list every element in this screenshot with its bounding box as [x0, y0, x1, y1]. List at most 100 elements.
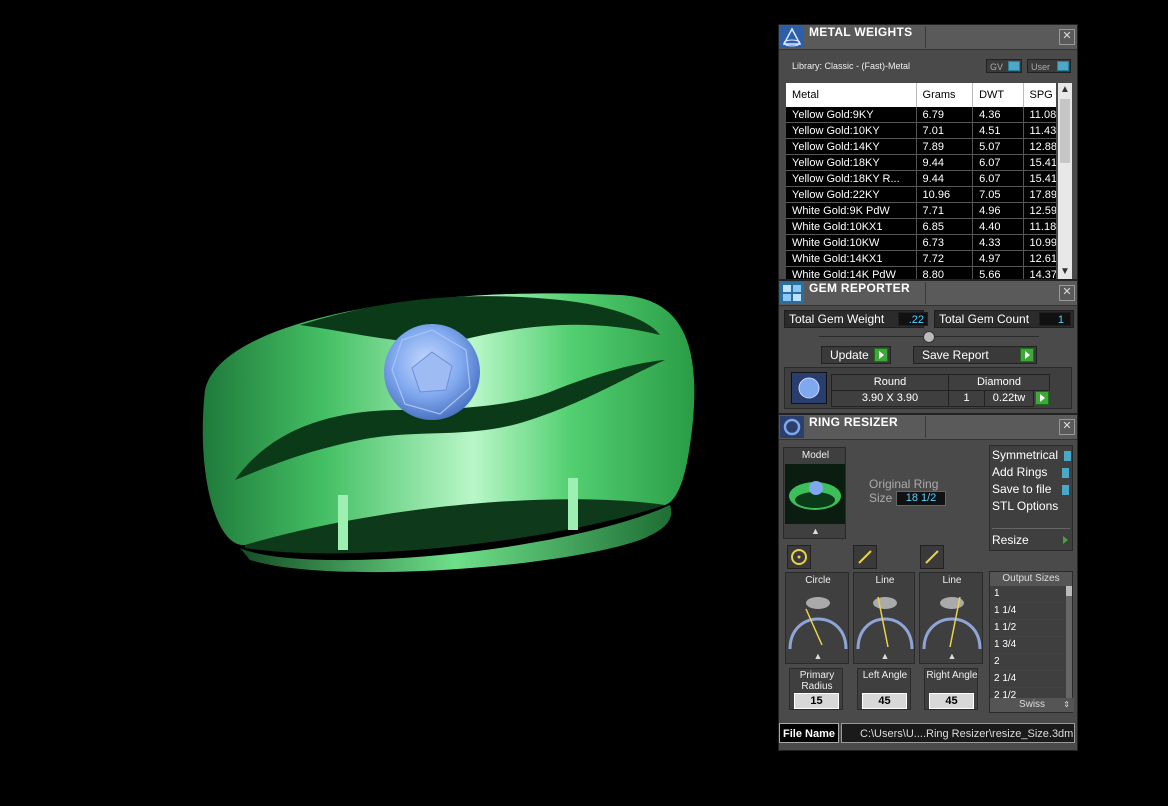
- list-item[interactable]: 2: [990, 654, 1064, 671]
- gv-label: GV: [990, 62, 1004, 72]
- cell-spg: 15.41: [1023, 154, 1056, 171]
- expand-up-icon[interactable]: ▲: [920, 651, 984, 661]
- cell-grams: 7.71: [916, 202, 974, 219]
- table-row[interactable]: Yellow Gold:9KY 6.79 4.36 11.08: [786, 107, 1056, 123]
- left-line-tool-card[interactable]: Line ▲: [853, 572, 915, 664]
- left-angle-label: Left Angle: [862, 670, 908, 681]
- cell-dwt: 4.40: [972, 218, 1024, 235]
- sizing-system-value: Swiss: [1018, 699, 1046, 710]
- model-preview: [785, 464, 845, 524]
- file-name-input[interactable]: C:\Users\U....Ring Resizer\resize_Size.3…: [841, 723, 1075, 743]
- ring-resizer-titlebar[interactable]: RING RESIZER ✕: [779, 415, 1077, 440]
- scroll-up-icon[interactable]: ▲: [1058, 83, 1072, 97]
- cell-dwt: 4.36: [972, 107, 1024, 123]
- ring-resizer-panel: RING RESIZER ✕ Model ▲ Original Ring Siz…: [778, 414, 1078, 751]
- save-report-button[interactable]: Save Report: [913, 346, 1037, 364]
- cell-grams: 6.85: [916, 218, 974, 235]
- metal-table-header: Metal Grams DWT SPG: [786, 83, 1056, 107]
- close-icon[interactable]: ✕: [1059, 419, 1075, 435]
- column-header-dwt[interactable]: DWT: [972, 83, 1024, 107]
- column-header-spg[interactable]: SPG: [1023, 83, 1056, 107]
- gem-slider-handle[interactable]: [923, 331, 935, 343]
- cell-dwt: 5.66: [972, 266, 1024, 279]
- scroll-down-icon[interactable]: ▼: [1058, 265, 1072, 279]
- close-icon[interactable]: ✕: [1059, 29, 1075, 45]
- user-toggle-knob: [1057, 61, 1069, 71]
- table-row[interactable]: Yellow Gold:18KY 9.44 6.07 15.41: [786, 154, 1056, 171]
- output-sizes-scrollbar[interactable]: [1066, 586, 1072, 698]
- left-line-tool-icon[interactable]: [853, 545, 877, 569]
- cell-spg: 15.41: [1023, 170, 1056, 187]
- cell-spg: 12.59: [1023, 202, 1056, 219]
- output-sizes-box: Output Sizes 1 1 1/4 1 1/2 1 3/4 2 2 1/4…: [989, 571, 1074, 713]
- update-button[interactable]: Update: [821, 346, 891, 364]
- cell-grams: 6.79: [916, 107, 974, 123]
- stl-options-button[interactable]: STL Options: [992, 499, 1058, 513]
- metal-weights-title: METAL WEIGHTS: [809, 25, 913, 39]
- table-row[interactable]: White Gold:10KX1 6.85 4.40 11.18: [786, 218, 1056, 235]
- table-row[interactable]: White Gold:14K PdW 8.80 5.66 14.37: [786, 266, 1056, 279]
- model-thumbnail[interactable]: Model ▲: [783, 447, 846, 539]
- cell-dwt: 6.07: [972, 170, 1024, 187]
- list-item[interactable]: 2 1/4: [990, 671, 1064, 688]
- library-label: Library: Classic - (Fast)-Metal: [792, 61, 911, 71]
- symmetrical-toggle[interactable]: Symmetrical: [992, 448, 1058, 462]
- ring-resizer-title: RING RESIZER: [809, 415, 898, 429]
- expand-up-icon[interactable]: ▲: [784, 526, 847, 536]
- options-box: Symmetrical Add Rings Save to file STL O…: [989, 445, 1073, 551]
- gem-entry-card[interactable]: Round Diamond 3.90 X 3.90 1 0.22tw: [784, 367, 1072, 409]
- file-name-label: File Name: [779, 723, 839, 743]
- circle-tool-icon[interactable]: [787, 545, 811, 569]
- circle-tool-card[interactable]: Circle ▲: [785, 572, 849, 664]
- scroll-thumb[interactable]: [1060, 99, 1070, 163]
- titlebar-divider: [925, 282, 926, 304]
- list-item[interactable]: 1 1/2: [990, 620, 1064, 637]
- cell-spg: 14.37: [1023, 266, 1056, 279]
- table-row[interactable]: Yellow Gold:22KY 10.96 7.05 17.89: [786, 186, 1056, 203]
- cell-spg: 12.88: [1023, 138, 1056, 155]
- primary-radius-input[interactable]: 15: [794, 693, 839, 709]
- user-toggle[interactable]: User: [1027, 59, 1071, 73]
- close-icon[interactable]: ✕: [1059, 285, 1075, 301]
- cell-metal: Yellow Gold:9KY: [786, 107, 917, 123]
- gv-toggle[interactable]: GV: [986, 59, 1022, 73]
- gem-reporter-titlebar[interactable]: GEM REPORTER ✕: [779, 281, 1077, 306]
- column-header-metal[interactable]: Metal: [786, 83, 917, 107]
- metal-table-scrollbar[interactable]: ▲ ▼: [1058, 83, 1072, 279]
- table-row[interactable]: White Gold:10KW 6.73 4.33 10.99: [786, 234, 1056, 251]
- output-sizes-label: Output Sizes: [990, 572, 1072, 586]
- 3d-viewport[interactable]: [0, 0, 770, 801]
- gem-detail-go-icon[interactable]: [1035, 391, 1049, 405]
- table-row[interactable]: Yellow Gold:10KY 7.01 4.51 11.43: [786, 122, 1056, 139]
- table-row[interactable]: Yellow Gold:14KY 7.89 5.07 12.88: [786, 138, 1056, 155]
- table-row[interactable]: White Gold:14KX1 7.72 4.97 12.61: [786, 250, 1056, 267]
- table-row[interactable]: White Gold:9K PdW 7.71 4.96 12.59: [786, 202, 1056, 219]
- left-angle-input[interactable]: 45: [862, 693, 907, 709]
- expand-up-icon[interactable]: ▲: [786, 651, 850, 661]
- right-angle-input[interactable]: 45: [929, 693, 974, 709]
- save-to-file-toggle[interactable]: Save to file: [992, 482, 1051, 496]
- expand-up-icon[interactable]: ▲: [854, 651, 916, 661]
- list-item[interactable]: 1: [990, 586, 1064, 603]
- cell-dwt: 4.33: [972, 234, 1024, 251]
- metal-weights-titlebar[interactable]: METAL WEIGHTS ✕: [779, 25, 1077, 50]
- add-rings-toggle-knob: [1062, 468, 1069, 478]
- cell-metal: White Gold:9K PdW: [786, 202, 917, 219]
- list-item[interactable]: 1 3/4: [990, 637, 1064, 654]
- output-sizes-list[interactable]: 1 1 1/4 1 1/2 1 3/4 2 2 1/4 2 1/2: [990, 586, 1064, 705]
- add-rings-toggle[interactable]: Add Rings: [992, 465, 1047, 479]
- scroll-thumb[interactable]: [1066, 586, 1072, 596]
- resize-go-icon: [1063, 536, 1068, 544]
- list-item[interactable]: 1 1/4: [990, 603, 1064, 620]
- right-line-tool-icon[interactable]: [920, 545, 944, 569]
- table-row[interactable]: Yellow Gold:18KY R... 9.44 6.07 15.41: [786, 170, 1056, 187]
- column-header-grams[interactable]: Grams: [916, 83, 974, 107]
- ring-model: [202, 293, 695, 573]
- left-angle-box: Left Angle 45: [857, 668, 911, 710]
- right-line-tool-card[interactable]: Line ▲: [919, 572, 983, 664]
- cell-grams: 10.96: [916, 186, 974, 203]
- cell-metal: Yellow Gold:10KY: [786, 122, 917, 139]
- update-go-icon: [874, 348, 888, 362]
- sizing-system-select[interactable]: Swiss ⇕: [990, 698, 1074, 712]
- resize-button[interactable]: Resize: [992, 533, 1029, 547]
